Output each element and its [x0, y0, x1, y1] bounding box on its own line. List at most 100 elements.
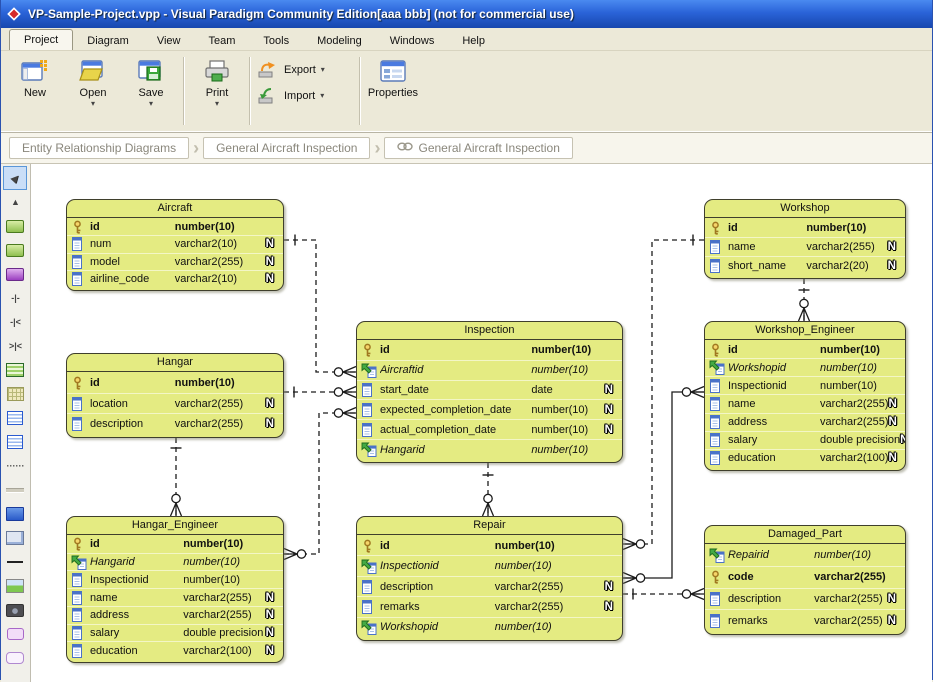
package-tool[interactable] [3, 502, 27, 526]
entity-aircraft[interactable]: Aircraftidnumber(10)numvarchar2(10)Nmode… [66, 199, 284, 291]
entity-row[interactable]: Workshopidnumber(10) [357, 617, 622, 637]
entity-repair[interactable]: Repairidnumber(10)Inspectionidnumber(10)… [356, 516, 623, 641]
new-button[interactable]: New [9, 55, 61, 107]
entity-row[interactable]: idnumber(10) [67, 219, 283, 235]
entity-row[interactable]: numvarchar2(10)N [67, 235, 283, 252]
entity-row[interactable]: Hangaridnumber(10) [357, 439, 622, 459]
one-to-many-relationship-tool[interactable]: -|< [3, 310, 27, 334]
dotted-line-tool[interactable]: ······ [3, 454, 27, 478]
entity-tool[interactable] [3, 214, 27, 238]
one-to-one-relationship-tool[interactable]: -|- [3, 286, 27, 310]
menu-item-help[interactable]: Help [448, 32, 499, 50]
entity-damaged_part[interactable]: Damaged_PartRepairidnumber(10)codevarcha… [704, 525, 906, 635]
entity-row[interactable]: short_namevarchar2(20)N [705, 256, 905, 275]
menu-item-project[interactable]: Project [9, 29, 73, 50]
import-button[interactable]: Import▾ [257, 87, 353, 105]
rounded-rectangle-tool[interactable] [3, 646, 27, 670]
entity-hangar[interactable]: Hangaridnumber(10)locationvarchar2(255)N… [66, 353, 284, 438]
relationship-hangar-inspection[interactable] [284, 387, 356, 398]
menu-item-tools[interactable]: Tools [249, 32, 303, 50]
entity-row[interactable]: idnumber(10) [357, 536, 622, 555]
entity-inspection[interactable]: Inspectionidnumber(10)Aircraftidnumber(1… [356, 321, 623, 463]
entity-row[interactable]: remarksvarchar2(255)N [357, 596, 622, 616]
table-record-tool[interactable] [3, 358, 27, 382]
entity-row[interactable]: educationvarchar2(100)N [705, 449, 905, 467]
scroll-up[interactable]: ▲ [3, 190, 27, 214]
open-button[interactable]: Open▾ [67, 55, 119, 107]
entity-row[interactable]: start_datedateN [357, 380, 622, 400]
entity-view-tool[interactable] [3, 238, 27, 262]
breadcrumb-item[interactable]: Entity Relationship Diagrams [9, 137, 189, 159]
relationship-hangar_engineer-inspection[interactable] [284, 408, 356, 560]
grid-tool[interactable] [3, 382, 27, 406]
diagram-overview-tool[interactable] [3, 526, 27, 550]
relationship-hangar-hangar_engineer[interactable] [170, 438, 181, 516]
note-tool[interactable] [3, 430, 27, 454]
relationship-aircraft-inspection[interactable] [284, 235, 356, 378]
entity-row[interactable]: namevarchar2(255)N [705, 394, 905, 412]
entity-row[interactable]: descriptionvarchar2(255)N [357, 576, 622, 596]
chevron-down-icon[interactable]: ▾ [149, 101, 153, 107]
entity-row[interactable]: descriptionvarchar2(255)N [67, 413, 283, 434]
entity-row[interactable]: Repairidnumber(10) [705, 545, 905, 566]
entity-row[interactable]: remarksvarchar2(255)N [705, 609, 905, 631]
column-icon [361, 600, 380, 614]
entity-row[interactable]: idnumber(10) [705, 341, 905, 358]
entity-row[interactable]: idnumber(10) [67, 373, 283, 393]
entity-row[interactable]: Hangaridnumber(10) [67, 553, 283, 571]
menu-item-windows[interactable]: Windows [376, 32, 449, 50]
entity-row[interactable]: idnumber(10) [705, 219, 905, 237]
screenshot-tool[interactable] [3, 598, 27, 622]
breadcrumb-item[interactable]: General Aircraft Inspection [203, 137, 370, 159]
entity-row[interactable]: namevarchar2(255)N [705, 237, 905, 256]
entity-row[interactable]: salarydouble precisionN [67, 624, 283, 642]
text-annotation-tool[interactable] [3, 406, 27, 430]
entity-workshop_engineer[interactable]: Workshop_Engineeridnumber(10)Workshopidn… [704, 321, 906, 471]
relationship-inspection-repair[interactable] [482, 463, 493, 516]
entity-row[interactable]: Inspectionidnumber(10) [67, 570, 283, 588]
line-tool[interactable] [3, 550, 27, 574]
print-button[interactable]: Print▾ [191, 55, 243, 107]
entity-row[interactable]: addressvarchar2(255)N [67, 606, 283, 624]
entity-row[interactable]: educationvarchar2(100)N [67, 641, 283, 659]
breadcrumb-item[interactable]: General Aircraft Inspection [384, 137, 572, 159]
stored-procedure-tool[interactable] [3, 262, 27, 286]
relationship-workshop-workshop_engineer[interactable] [798, 279, 809, 321]
menu-item-view[interactable]: View [143, 32, 195, 50]
entity-row[interactable]: expected_completion_datenumber(10)N [357, 399, 622, 419]
entity-row[interactable]: Aircraftidnumber(10) [357, 360, 622, 380]
entity-row[interactable]: Workshopidnumber(10) [705, 358, 905, 376]
entity-row[interactable]: codevarchar2(255) [705, 566, 905, 588]
chevron-down-icon[interactable]: ▾ [91, 101, 95, 107]
callout-tool[interactable] [3, 622, 27, 646]
many-to-many-relationship-tool[interactable]: >|< [3, 334, 27, 358]
menu-item-diagram[interactable]: Diagram [73, 32, 143, 50]
entity-row[interactable]: actual_completion_datenumber(10)N [357, 419, 622, 439]
entity-row[interactable]: addressvarchar2(255)N [705, 413, 905, 431]
entity-row[interactable]: idnumber(10) [357, 341, 622, 360]
relationship-workshop_engineer-repair[interactable] [623, 387, 704, 584]
chevron-down-icon[interactable]: ▾ [321, 67, 325, 73]
entity-row[interactable]: Inspectionidnumber(10) [705, 376, 905, 394]
cursor-tool[interactable]: ▶ [3, 166, 27, 190]
entity-row[interactable]: descriptionvarchar2(255)N [705, 588, 905, 610]
entity-row[interactable]: locationvarchar2(255)N [67, 393, 283, 414]
menu-item-modeling[interactable]: Modeling [303, 32, 376, 50]
menu-item-team[interactable]: Team [194, 32, 249, 50]
entity-hangar_engineer[interactable]: Hangar_Engineeridnumber(10)Hangaridnumbe… [66, 516, 284, 663]
relationship-repair-damaged_part[interactable] [623, 589, 704, 600]
entity-workshop[interactable]: Workshopidnumber(10)namevarchar2(255)Nsh… [704, 199, 906, 279]
entity-row[interactable]: Inspectionidnumber(10) [357, 555, 622, 575]
entity-row[interactable]: salarydouble precisionN [705, 431, 905, 449]
export-button[interactable]: Export▾ [257, 61, 353, 79]
image-tool[interactable] [3, 574, 27, 598]
save-button[interactable]: Save▾ [125, 55, 177, 107]
entity-row[interactable]: airline_codevarchar2(10)N [67, 270, 283, 287]
entity-row[interactable]: modelvarchar2(255)N [67, 253, 283, 270]
entity-row[interactable]: idnumber(10) [67, 536, 283, 553]
properties-button[interactable]: Properties [367, 55, 419, 99]
entity-row[interactable]: namevarchar2(255)N [67, 588, 283, 606]
chevron-down-icon[interactable]: ▾ [320, 93, 324, 99]
chevron-down-icon[interactable]: ▾ [215, 101, 219, 107]
diagram-canvas[interactable]: Aircraftidnumber(10) numvarchar2(10)Nmode… [31, 164, 932, 682]
